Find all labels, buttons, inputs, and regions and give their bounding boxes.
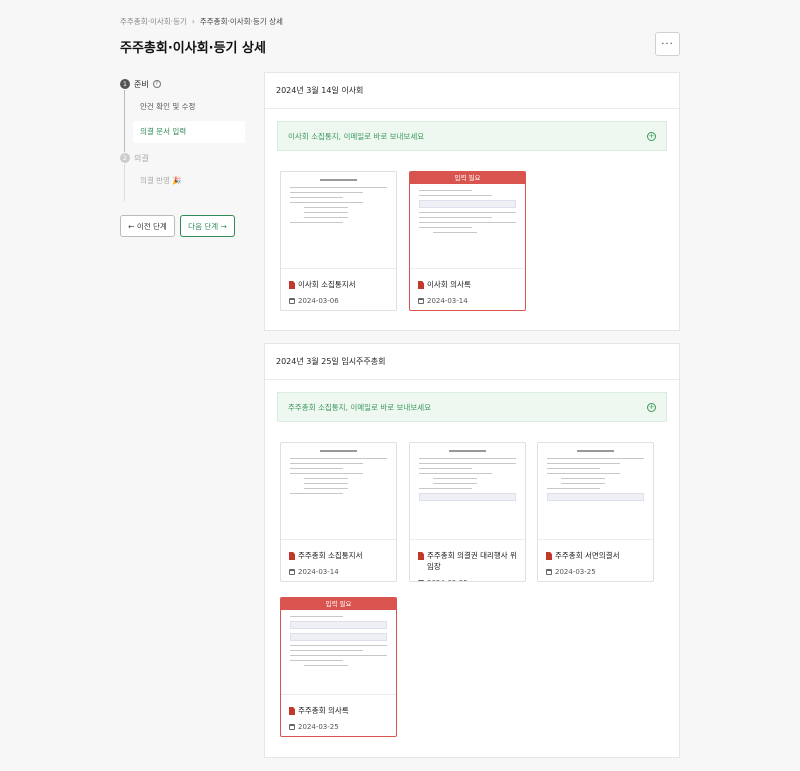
send-notice-banner[interactable]: 주주총회 소집통지, 이메일로 바로 보내보세요 +: [277, 392, 667, 422]
document-card[interactable]: 입력 필요 주주총회 의사록 2024-03-25: [280, 597, 397, 737]
document-date: 2024-03-14: [298, 568, 339, 576]
step-label: 준비: [134, 79, 149, 89]
step-item-review-agenda[interactable]: 안건 확인 및 수정: [133, 96, 245, 118]
step-resolution-items: 의결 반영 🎉: [124, 164, 245, 201]
document-thumbnail: [538, 443, 653, 540]
step-navigation: ← 이전 단계 다음 단계 →: [120, 215, 245, 237]
document-thumbnail: 입력 필요: [410, 172, 525, 269]
calendar-icon: [418, 580, 424, 581]
more-icon: ···: [661, 38, 674, 50]
page-title: 주주총회·이사회·등기 상세: [120, 41, 266, 56]
step-prepare[interactable]: 1 준비 ?: [120, 78, 245, 90]
document-card[interactable]: 주주총회 의결권 대리행사 위임장 2024-03-25: [409, 442, 526, 582]
document-thumbnail: [281, 172, 396, 269]
input-required-badge: 입력 필요: [281, 598, 396, 610]
calendar-icon: [546, 569, 552, 575]
help-icon[interactable]: ?: [152, 80, 161, 88]
document-name: 이사회 소집통지서: [298, 280, 356, 289]
calendar-icon: [289, 569, 295, 575]
banner-text: 주주총회 소집통지, 이메일로 바로 보내보세요: [288, 402, 432, 412]
breadcrumb: 주주총회·이사회·등기 › 주주총회·이사회·등기 상세: [120, 16, 283, 27]
breadcrumb-parent[interactable]: 주주총회·이사회·등기: [120, 16, 187, 27]
breadcrumb-current: 주주총회·이사회·등기 상세: [199, 17, 283, 26]
document-name: 이사회 의사록: [427, 280, 471, 289]
pdf-file-icon: [289, 707, 295, 715]
document-date: 2024-03-14: [427, 297, 468, 305]
document-thumbnail: [410, 443, 525, 540]
plus-circle-icon: +: [647, 131, 656, 141]
document-date: 2024-03-25: [298, 723, 339, 731]
send-notice-banner[interactable]: 이사회 소집통지, 이메일로 바로 보내보세요 +: [277, 121, 667, 151]
document-thumbnail: [281, 443, 396, 540]
pdf-file-icon: [418, 281, 424, 289]
next-step-button[interactable]: 다음 단계 →: [180, 215, 235, 237]
chevron-right-icon: ›: [191, 17, 195, 26]
pdf-file-icon: [289, 552, 295, 560]
document-date: 2024-03-25: [427, 579, 468, 581]
input-required-badge: 입력 필요: [410, 172, 525, 184]
step-number: 2: [120, 153, 130, 163]
stepper: 1 준비 ? 안건 확인 및 수정 의결 문서 입력 2 의결 의결 반영 🎉 …: [120, 78, 245, 237]
document-date: 2024-03-06: [298, 297, 339, 305]
document-date: 2024-03-25: [555, 568, 596, 576]
more-options-button[interactable]: ···: [655, 32, 680, 56]
step-item-enter-documents[interactable]: 의결 문서 입력: [133, 121, 245, 143]
calendar-icon: [289, 298, 295, 304]
step-number: 1: [120, 79, 130, 89]
pdf-file-icon: [546, 552, 552, 560]
banner-text: 이사회 소집통지, 이메일로 바로 보내보세요: [288, 131, 425, 141]
step-resolution[interactable]: 2 의결: [120, 152, 245, 164]
section-board-meeting: 2024년 3월 14일 이사회 이사회 소집통지, 이메일로 바로 보내보세요…: [264, 72, 680, 331]
calendar-icon: [289, 724, 295, 730]
pdf-file-icon: [289, 281, 295, 289]
document-card[interactable]: 이사회 소집통지서 2024-03-06: [280, 171, 397, 311]
section-title: 2024년 3월 14일 이사회: [265, 73, 679, 109]
step-label: 의결: [134, 153, 149, 163]
document-card[interactable]: 입력 필요 이사회 의사록 2024-03-14: [409, 171, 526, 311]
document-thumbnail: 입력 필요: [281, 598, 396, 695]
document-name: 주주총회 의사록: [298, 706, 349, 715]
document-name: 주주총회 의결권 대리행사 위임장: [427, 551, 517, 571]
step-prepare-items: 안건 확인 및 수정 의결 문서 입력: [124, 90, 245, 152]
plus-circle-icon: +: [647, 402, 656, 412]
prev-step-button[interactable]: ← 이전 단계: [120, 215, 175, 237]
step-item-apply-resolution[interactable]: 의결 반영 🎉: [133, 170, 245, 192]
document-card[interactable]: 주주총회 소집통지서 2024-03-14: [280, 442, 397, 582]
document-name: 주주총회 서면의결서: [555, 551, 620, 560]
calendar-icon: [418, 298, 424, 304]
section-title: 2024년 3월 25일 임시주주총회: [265, 344, 679, 380]
pdf-file-icon: [418, 552, 424, 560]
document-card[interactable]: 주주총회 서면의결서 2024-03-25: [537, 442, 654, 582]
document-name: 주주총회 소집통지서: [298, 551, 363, 560]
section-shareholders-meeting: 2024년 3월 25일 임시주주총회 주주총회 소집통지, 이메일로 바로 보…: [264, 343, 680, 758]
